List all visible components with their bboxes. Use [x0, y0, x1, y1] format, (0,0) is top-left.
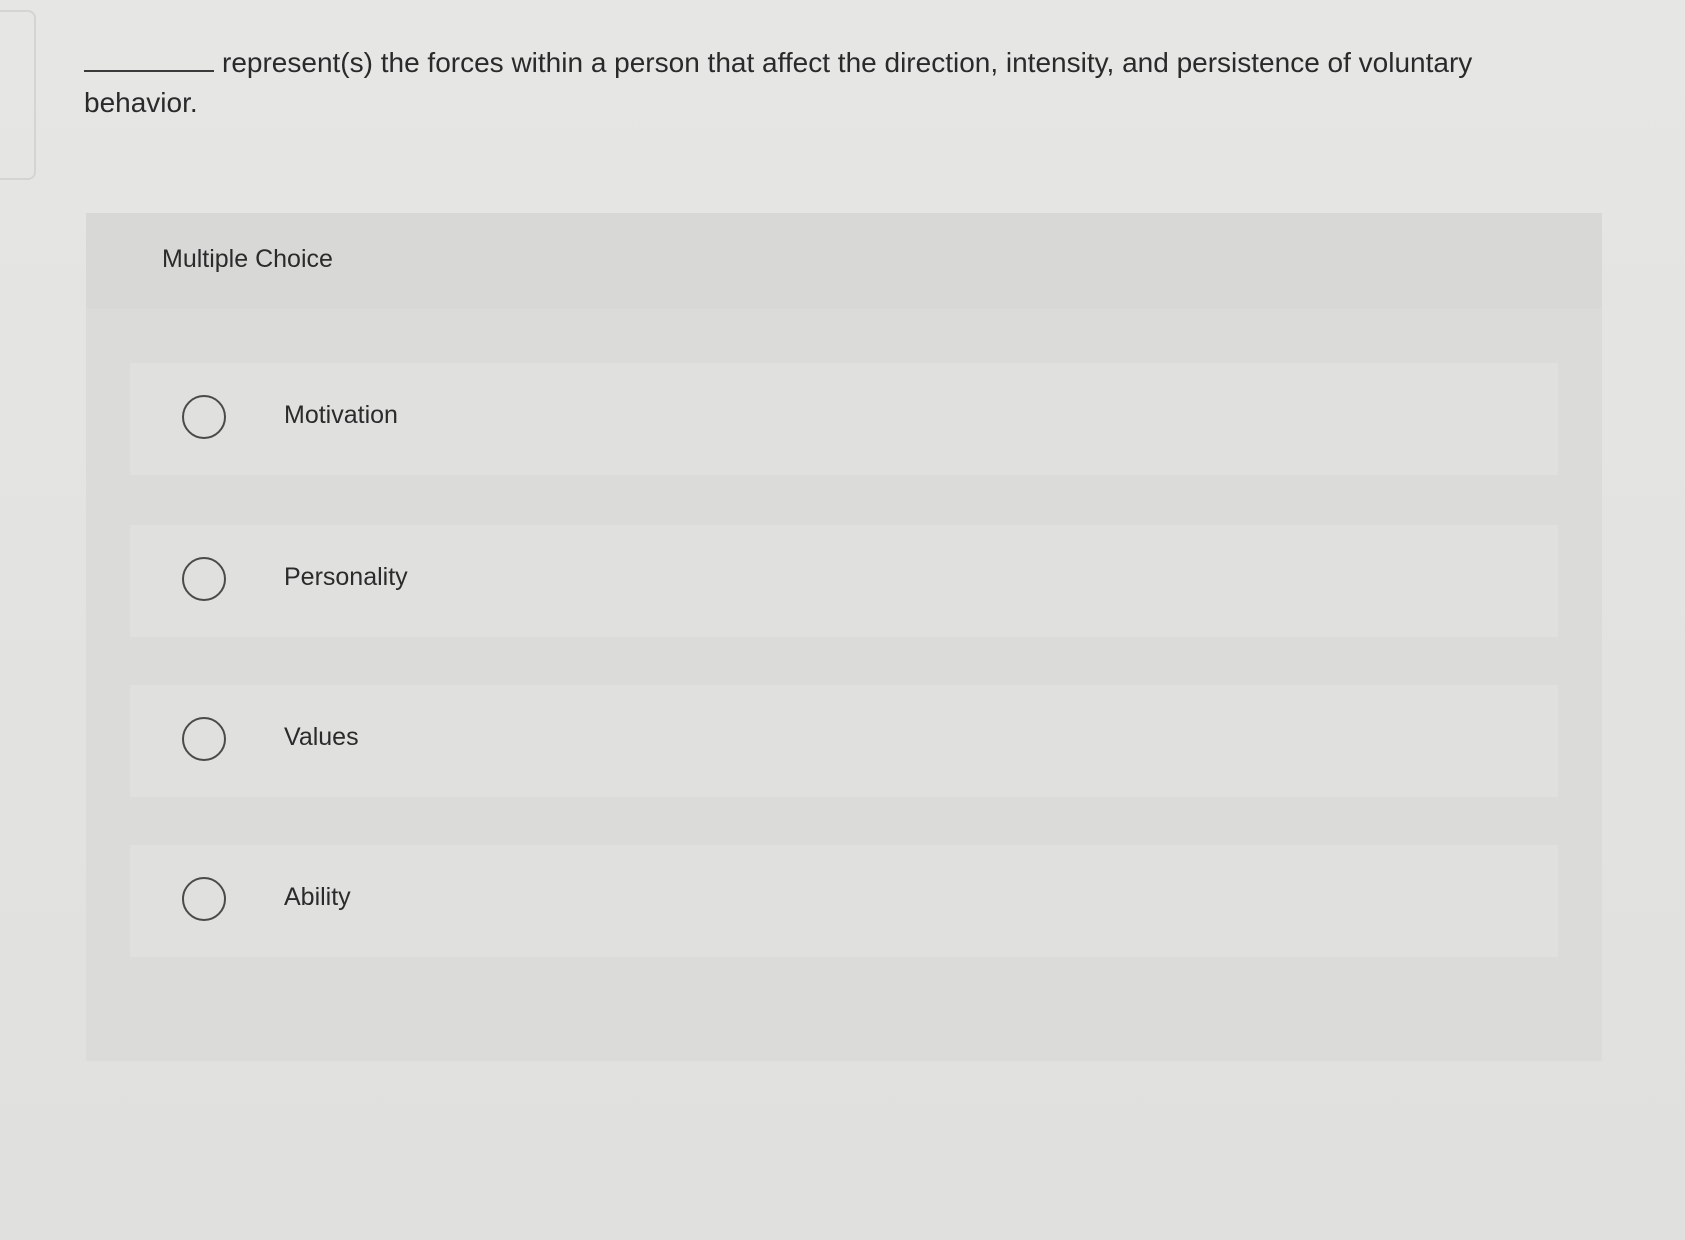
panel-header: Multiple Choice [86, 213, 1602, 309]
option-ability[interactable]: Ability [130, 845, 1558, 957]
option-label: Values [284, 723, 359, 751]
question-text: represent(s) the forces within a person … [84, 47, 1473, 118]
radio-button-icon[interactable] [182, 877, 226, 921]
option-values[interactable]: Values [130, 685, 1558, 797]
radio-button-icon[interactable] [182, 717, 226, 761]
left-frame-edge [0, 10, 36, 180]
multiple-choice-panel: Multiple Choice Motivation Personality V… [86, 213, 1602, 1061]
radio-button-icon[interactable] [182, 395, 226, 439]
quiz-page: represent(s) the forces within a person … [0, 0, 1685, 1240]
option-label: Personality [284, 563, 408, 591]
option-label: Motivation [284, 401, 398, 429]
radio-button-icon[interactable] [182, 557, 226, 601]
multiple-choice-title: Multiple Choice [162, 245, 333, 273]
option-motivation[interactable]: Motivation [130, 363, 1558, 475]
question-prompt: represent(s) the forces within a person … [84, 40, 1504, 123]
option-personality[interactable]: Personality [130, 525, 1558, 637]
answer-blank [84, 40, 214, 72]
option-label: Ability [284, 883, 351, 911]
